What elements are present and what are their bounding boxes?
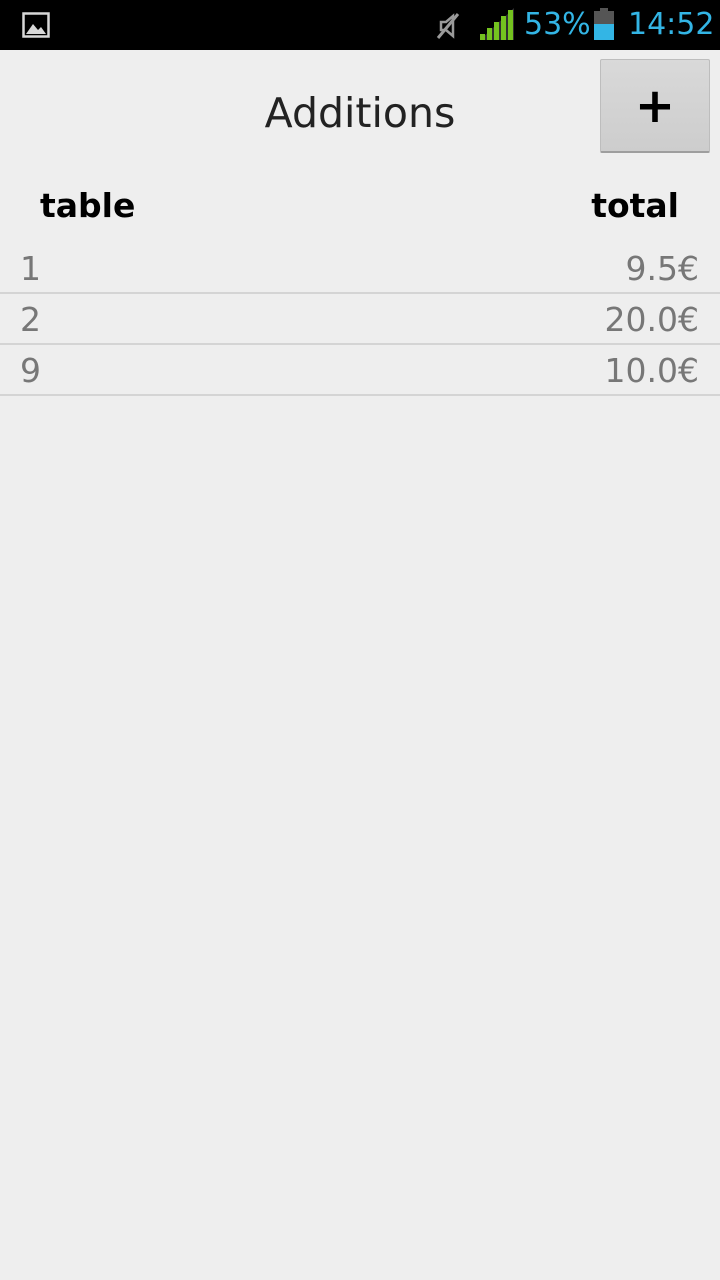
column-header-table: table bbox=[40, 186, 136, 225]
table-row[interactable]: 9 10.0€ bbox=[0, 345, 720, 396]
battery-percent: 53% bbox=[524, 7, 591, 42]
table-number: 9 bbox=[20, 351, 41, 390]
table-number: 2 bbox=[20, 300, 41, 339]
title-bar: Additions + bbox=[0, 50, 720, 162]
plus-icon: + bbox=[634, 77, 676, 134]
table-total: 20.0€ bbox=[604, 300, 699, 339]
clock: 14:52 bbox=[628, 7, 715, 42]
table-row[interactable]: 2 20.0€ bbox=[0, 294, 720, 345]
table-total: 9.5€ bbox=[625, 249, 699, 288]
table-row[interactable]: 1 9.5€ bbox=[0, 243, 720, 294]
signal-icon bbox=[480, 8, 514, 40]
additions-list: 1 9.5€ 2 20.0€ 9 10.0€ bbox=[0, 243, 720, 396]
table-total: 10.0€ bbox=[604, 351, 699, 390]
gallery-icon bbox=[22, 12, 50, 38]
status-bar: 53% 14:52 bbox=[0, 0, 720, 50]
mute-icon bbox=[436, 13, 460, 39]
table-number: 1 bbox=[20, 249, 41, 288]
column-header-total: total bbox=[591, 186, 679, 225]
add-button[interactable]: + bbox=[600, 59, 710, 153]
battery-icon bbox=[594, 8, 614, 40]
